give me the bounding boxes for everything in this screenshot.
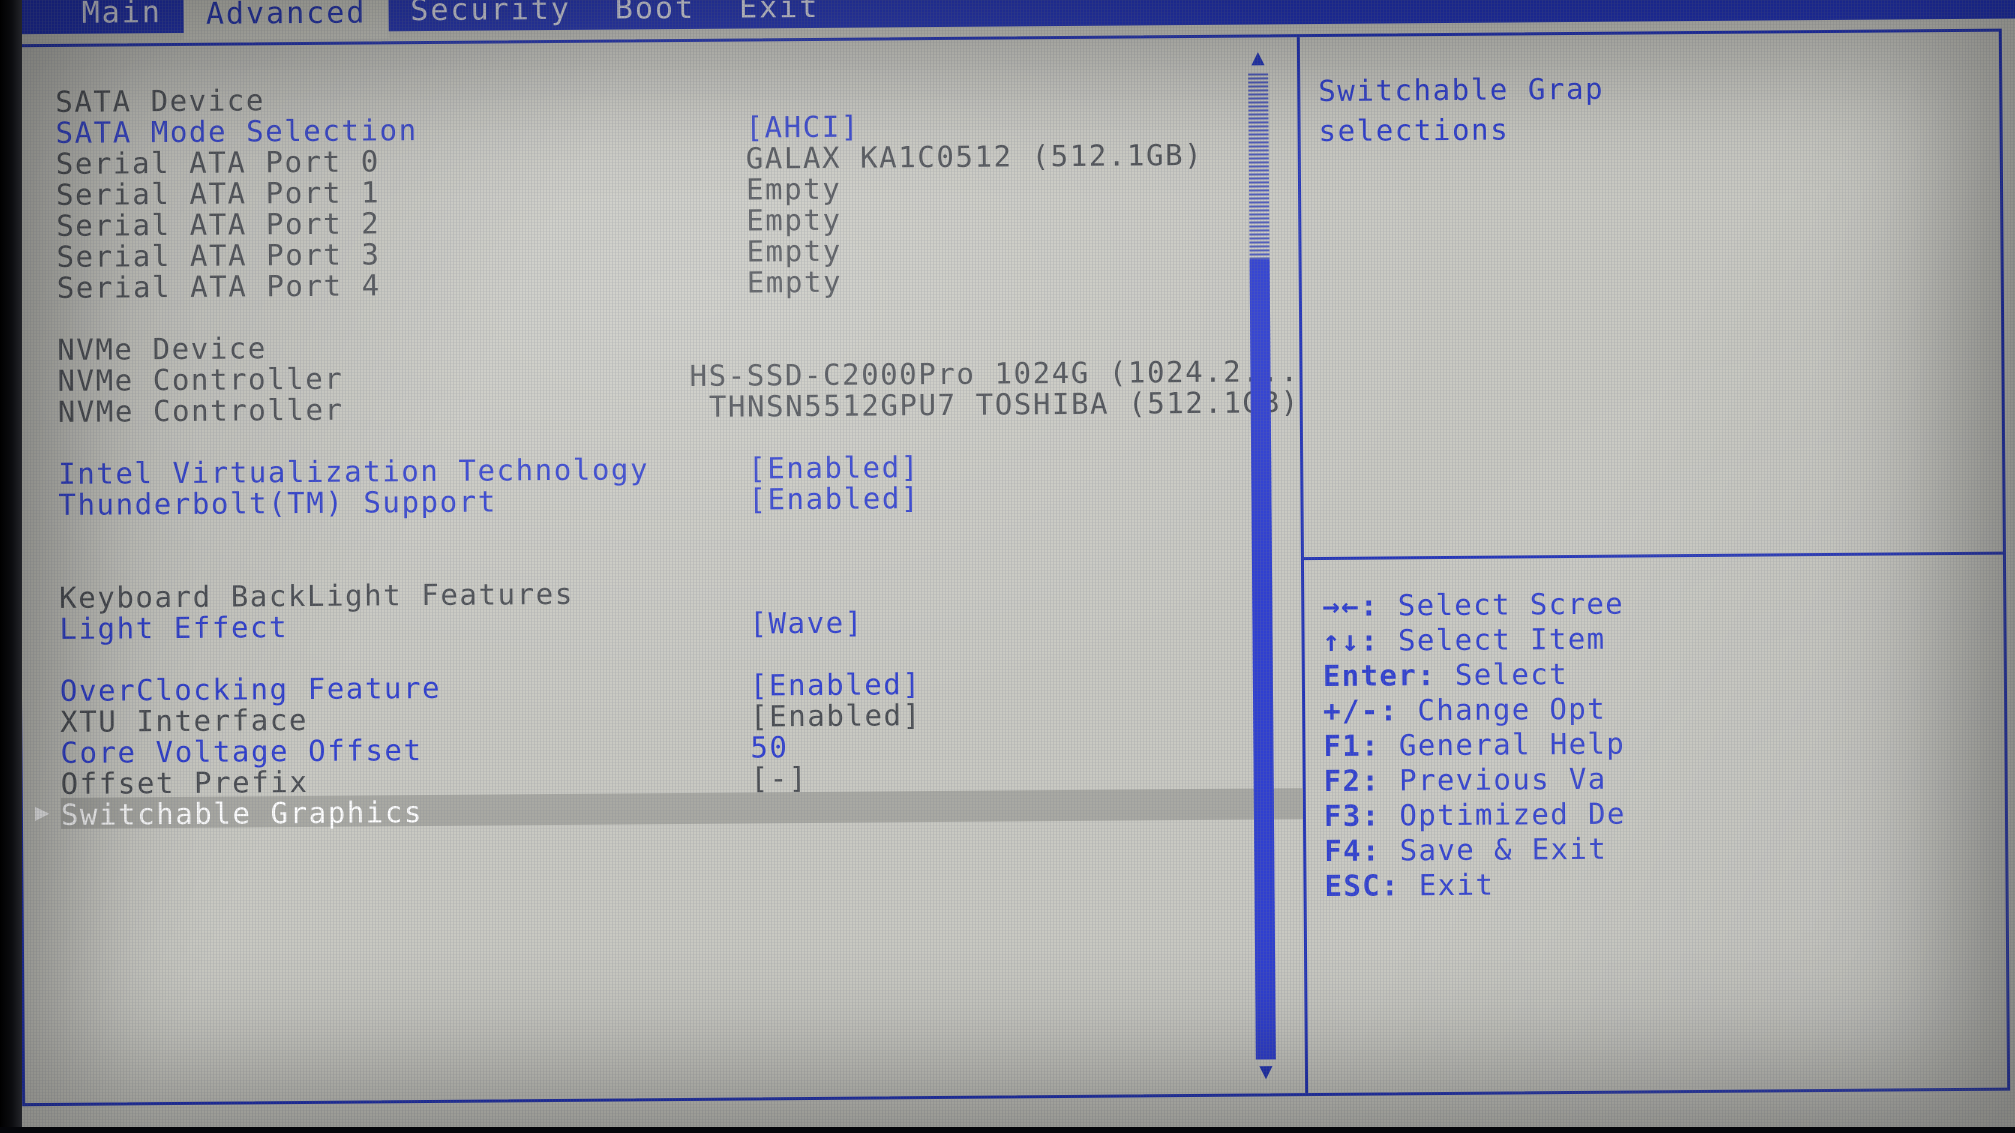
setting-value[interactable]: Empty xyxy=(746,234,842,269)
help-pane: Switchable Grap selections →←: Select Sc… xyxy=(1300,32,2008,1093)
legend-description: Select Item xyxy=(1397,621,1606,658)
setting-value[interactable]: [Wave] xyxy=(749,606,864,641)
help-text-line-1: Switchable Grap xyxy=(1318,71,1605,108)
content-frame: SATA Device SATA Mode Selection [AHCI] Seri… xyxy=(13,28,2011,1107)
monitor-bezel-bottom xyxy=(0,1127,2015,1133)
legend-key: ↑↓: xyxy=(1322,623,1380,658)
setting-value[interactable]: [Enabled] xyxy=(750,667,922,702)
submenu-arrow-icon: ▶ xyxy=(34,797,50,827)
legend-description: Save & Exit xyxy=(1399,831,1608,868)
setting-value[interactable]: [-] xyxy=(751,761,808,795)
setting-value[interactable]: Empty xyxy=(747,265,843,300)
legend-row: +/-: Change Opt xyxy=(1323,688,2007,729)
key-legend: →←: Select Scree ↑↓: Select Item Enter: Se… xyxy=(1322,583,2007,904)
tab-main[interactable]: Main xyxy=(59,0,184,37)
legend-row: F3: Optimized De xyxy=(1324,793,2007,834)
legend-description: Change Opt xyxy=(1417,691,1607,728)
legend-description: Optimized De xyxy=(1399,796,1626,833)
legend-key: F3: xyxy=(1323,798,1381,833)
setting-value[interactable]: Empty xyxy=(746,203,842,238)
tab-list: Main Advanced Security Boot Exit xyxy=(59,0,842,40)
bios-screen-photo: Aptio Setup - AMI/American Megatrends In… xyxy=(0,0,2015,1133)
legend-key: →←: xyxy=(1322,588,1380,623)
legend-key: ESC: xyxy=(1324,868,1401,903)
legend-description: Exit xyxy=(1418,867,1495,903)
settings-list: SATA Device SATA Mode Selection [AHCI] Seri… xyxy=(35,75,1303,832)
legend-row: Enter: Select xyxy=(1323,653,2007,694)
setting-value[interactable]: 50 xyxy=(750,730,788,764)
scroll-up-arrow-icon[interactable]: ▲ xyxy=(1245,45,1271,70)
scroll-down-arrow-icon[interactable]: ▼ xyxy=(1253,1059,1279,1084)
tab-boot[interactable]: Boot xyxy=(593,0,718,33)
bios-setup-utility: Aptio Setup - AMI/American Megatrends In… xyxy=(0,0,2015,1133)
help-separator xyxy=(1303,551,2008,561)
legend-row: ↑↓: Select Item xyxy=(1322,618,2007,659)
setting-label: Switchable Graphics xyxy=(60,795,424,832)
legend-key: F4: xyxy=(1324,833,1381,868)
legend-description: Select Scree xyxy=(1397,586,1625,623)
legend-key: +/-: xyxy=(1323,693,1399,728)
legend-key: Enter: xyxy=(1322,658,1437,693)
setting-value[interactable]: Empty xyxy=(746,172,842,207)
legend-key: F2: xyxy=(1323,763,1381,798)
menu-bar: Aptio Setup - AMI/American Megatrends In… xyxy=(0,0,2015,40)
setting-value[interactable]: [AHCI] xyxy=(745,110,860,145)
settings-pane: SATA Device SATA Mode Selection [AHCI] Seri… xyxy=(17,37,1305,1103)
help-text-line-2: selections xyxy=(1318,112,1510,148)
legend-row: F4: Save & Exit xyxy=(1324,828,2007,869)
setting-value[interactable]: [Enabled] xyxy=(748,481,920,516)
setting-value[interactable]: [Enabled] xyxy=(750,698,922,733)
tab-advanced[interactable]: Advanced xyxy=(183,0,389,40)
tab-security[interactable]: Security xyxy=(388,0,593,34)
legend-key: F1: xyxy=(1323,728,1381,763)
legend-row: F2: Previous Va xyxy=(1324,758,2008,799)
legend-description: Select xyxy=(1454,657,1569,692)
legend-row: F1: General Help xyxy=(1323,723,2007,764)
monitor-bezel-left xyxy=(0,0,22,1133)
scrollbar-thumb[interactable] xyxy=(1249,259,1276,1060)
legend-row: →←: Select Scree xyxy=(1322,583,2007,624)
legend-row: ESC: Exit xyxy=(1324,863,2007,904)
setting-value[interactable]: [Enabled] xyxy=(748,450,920,485)
tab-exit[interactable]: Exit xyxy=(717,0,842,32)
legend-description: General Help xyxy=(1398,726,1626,763)
legend-description: Previous Va xyxy=(1399,761,1607,798)
